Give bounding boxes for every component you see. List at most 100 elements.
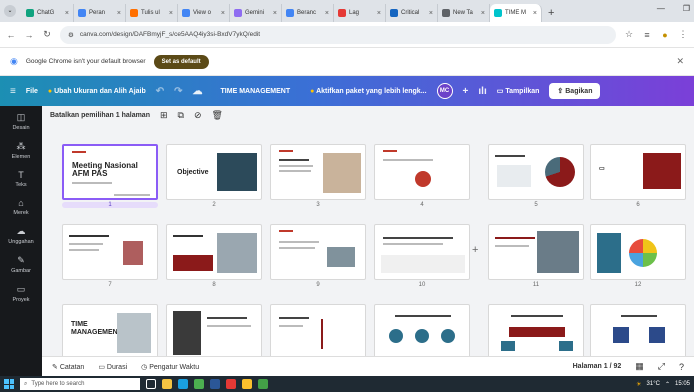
browser-tab[interactable]: ChatG × [22,4,74,22]
slide-thumbnail[interactable]: TIME MANAGEMENT [62,304,158,360]
slide-thumbnail[interactable]: Objective [166,144,262,200]
close-tab-icon[interactable]: × [377,10,381,17]
close-icon[interactable]: ✕ [676,56,684,67]
slide-thumbnail[interactable] [488,144,584,200]
app-icon[interactable] [226,379,236,389]
present-button[interactable]: ▭ Tampilkan [497,87,540,95]
page-indicator[interactable]: Halaman 1 / 92 [573,363,622,370]
browser-tab[interactable]: Gemini × [230,4,282,22]
avatar[interactable]: MC [436,83,453,99]
slide-thumbnail[interactable]: ▭ [590,144,686,200]
document-title[interactable]: TIME MANAGEMENT [221,88,291,95]
browser-tab[interactable]: Beranc × [282,4,334,22]
browser-tab[interactable]: Tulis ul × [126,4,178,22]
word-icon[interactable] [210,379,220,389]
browser-tab[interactable]: View o × [178,4,230,22]
close-tab-icon[interactable]: × [533,10,537,17]
chrome-taskbar-icon[interactable] [194,379,204,389]
rail-item[interactable]: ⁂ Elemen [12,141,31,160]
timer-button[interactable]: ◷ Pengatur Waktu [141,363,199,371]
slide-thumbnail[interactable] [270,224,366,280]
close-tab-icon[interactable]: × [65,10,69,17]
back-icon[interactable]: ← [6,30,16,40]
maximize-icon[interactable]: ❐ [683,4,690,13]
slide-thumbnail[interactable] [270,304,366,360]
slide-number: 6 [636,202,640,208]
close-tab-icon[interactable]: × [273,10,277,17]
notes-button[interactable]: ✎ Catatan [52,363,84,371]
browser-tab[interactable]: Critical × [386,4,438,22]
network-icon[interactable]: ⌃ [665,381,670,388]
cloud-save-icon[interactable]: ☁ [193,86,203,97]
windows-start-icon[interactable] [4,379,14,389]
address-bar[interactable]: ⚙ canva.com/design/DAFBmyjF_s/ce5AAQ4iy3… [60,25,616,44]
duplicate-icon[interactable]: ⧉ [178,110,184,121]
redo-icon[interactable]: ↷ [174,86,182,97]
slide-thumbnail[interactable] [62,224,158,280]
file-menu[interactable]: File [26,88,38,95]
duration-button[interactable]: ▭ Durasi [98,363,127,371]
forward-icon[interactable]: → [24,30,34,40]
browser-tab[interactable]: New Ta × [438,4,490,22]
app-icon[interactable] [258,379,268,389]
close-tab-icon[interactable]: × [117,10,121,17]
slide-thumbnail[interactable] [488,304,584,360]
clock[interactable]: 15:05 [675,381,690,387]
close-tab-icon[interactable]: × [169,10,173,17]
trash-icon[interactable]: 🗑 [212,110,223,121]
add-page-icon[interactable]: ⊞ [160,110,168,121]
undo-icon[interactable]: ↶ [156,86,164,97]
slide-thumbnail[interactable] [166,304,262,360]
minimize-icon[interactable]: — [657,4,665,13]
resize-button[interactable]: ● Ubah Ukuran dan Alih Ajaib [48,88,146,95]
slide-thumbnail[interactable] [488,224,584,280]
slide-thumbnail[interactable] [270,144,366,200]
close-tab-icon[interactable]: × [481,10,485,17]
upgrade-button[interactable]: ● Aktifkan paket yang lebih lengk... [310,88,426,95]
rail-item[interactable]: ✎ Gambar [11,255,31,274]
slide-thumbnail[interactable] [374,304,470,360]
reload-icon[interactable]: ↻ [42,29,52,40]
close-tab-icon[interactable]: × [429,10,433,17]
grid-view-icon[interactable]: ▦ [635,361,644,372]
deselect-label[interactable]: Batalkan pemilihan 1 halaman [50,112,150,119]
rail-item[interactable]: ▭ Proyek [12,284,29,303]
bookmark-star-icon[interactable]: ☆ [624,29,634,40]
site-info-icon[interactable]: ⚙ [68,31,74,39]
slide-thumbnail[interactable] [590,224,686,280]
taskview-icon[interactable] [146,379,156,389]
taskbar-search[interactable]: ⌕ Type here to search [20,378,140,390]
rail-item[interactable]: ⌂ Merek [13,198,28,216]
hide-icon[interactable]: ⊘ [194,110,202,121]
browser-tab[interactable]: Lag × [334,4,386,22]
app-icon[interactable] [242,379,252,389]
edge-icon[interactable] [178,379,188,389]
browser-tab[interactable]: Peran × [74,4,126,22]
add-page-icon[interactable]: + [472,244,478,256]
set-default-button[interactable]: Set as default [153,54,209,69]
close-tab-icon[interactable]: × [325,10,329,17]
slide-thumbnail[interactable] [590,304,686,360]
rail-item[interactable]: ◫ Desain [12,112,29,131]
file-explorer-icon[interactable] [162,379,172,389]
hamburger-icon[interactable]: ≡ [10,86,16,97]
profile-icon[interactable]: ● [660,30,670,40]
extensions-icon[interactable]: ≡ [642,30,652,40]
rail-item[interactable]: ☁ Unggahan [8,226,33,245]
share-button[interactable]: ⇪ Bagikan [549,83,601,99]
rail-item[interactable]: T Teks [15,170,26,188]
browser-tab[interactable]: TIME M × [490,4,542,22]
bottom-bar: ✎ Catatan ▭ Durasi ◷ Pengatur Waktu Hala… [42,356,694,376]
slide-thumbnail[interactable] [374,144,470,200]
tab-search-icon[interactable]: ⌄ [4,5,16,17]
fullscreen-icon[interactable]: ⤢ [658,361,665,372]
help-icon[interactable]: ? [679,362,684,372]
slide-thumbnail[interactable] [374,224,470,280]
slide-thumbnail[interactable]: Meeting Nasional AFM PAS [62,144,158,200]
new-tab-button[interactable]: + [542,4,560,22]
insights-icon[interactable]: ılı [478,86,486,97]
menu-icon[interactable]: ⋮ [678,29,688,40]
slide-thumbnail[interactable] [166,224,262,280]
add-collaborator-icon[interactable]: + [463,86,469,97]
close-tab-icon[interactable]: × [221,10,225,17]
